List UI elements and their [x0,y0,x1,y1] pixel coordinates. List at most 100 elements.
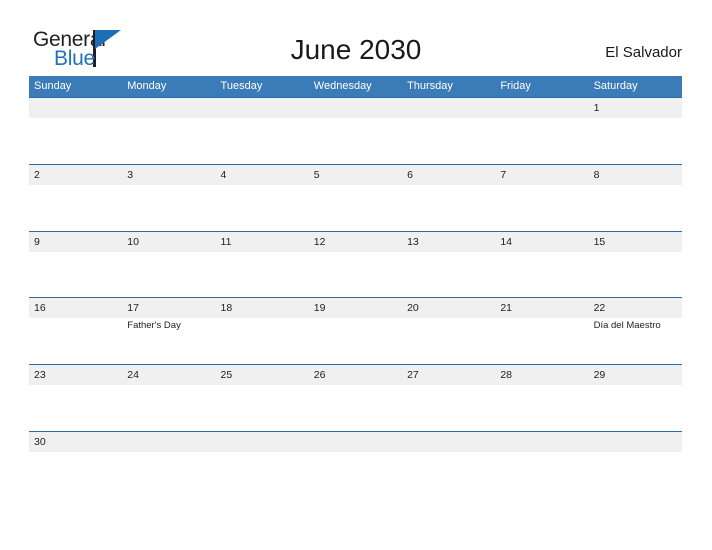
calendar-day-number [221,432,309,452]
calendar-day-number [407,98,495,118]
weekday-header-sunday: Sunday [34,80,72,92]
weekday-header-tuesday: Tuesday [220,80,263,92]
weekday-header-saturday: Saturday [593,80,638,92]
calendar-week-row: 1 [29,97,682,164]
calendar-day-number: 7 [500,168,507,181]
calendar-day-number: 17 [127,302,139,315]
calendar-day-cell[interactable]: 14 [495,232,588,298]
calendar-day-number: 18 [220,302,233,315]
calendar-day-number: 22 [593,302,606,315]
calendar-day-cell-empty [402,432,495,455]
calendar-day-cell[interactable]: 18 [216,298,309,364]
calendar-week-cells: 2 3 4 5 6 7 8 [29,165,682,231]
calendar-day-cell[interactable]: 10 [122,232,215,298]
calendar-day-cell[interactable]: 12 [309,232,402,298]
calendar-day-number [127,98,215,118]
calendar-day-cell[interactable]: 8 [589,165,682,231]
calendar-day-number: 14 [500,235,513,248]
calendar-day-cell[interactable]: 9 [29,232,122,298]
calendar-day-cell-empty [122,432,215,455]
calendar-day-number [500,432,588,452]
calendar-day-number: 3 [127,168,134,181]
calendar-day-cell[interactable]: 23 [29,365,122,431]
calendar-day-number: 23 [34,369,46,382]
calendar-day-number: 25 [220,369,233,382]
calendar-day-cell-empty [216,98,309,164]
calendar-day-cell[interactable]: 1 [589,98,682,164]
calendar-day-number: 15 [593,235,606,248]
calendar-day-number [127,432,215,452]
calendar-day-cell[interactable]: 6 [402,165,495,231]
calendar-day-cell[interactable]: 30 [29,432,122,455]
calendar-day-cell[interactable]: 19 [309,298,402,364]
calendar-day-cell[interactable]: 7 [495,165,588,231]
calendar-day-number: 19 [313,302,326,315]
weekday-header-friday: Friday [500,80,531,92]
calendar-day-cell[interactable]: 16 [29,298,122,364]
calendar-week-cells: 16 17 Father's Day 18 19 20 21 22 Día del Maestr… [29,298,682,364]
calendar-day-number: 4 [220,168,227,181]
calendar-day-number: 21 [500,302,513,315]
calendar-day-cell[interactable]: 28 [495,365,588,431]
calendar-day-cell[interactable]: 3 [122,165,215,231]
calendar-day-cell-empty [495,98,588,164]
calendar-day-cell[interactable]: 11 [216,232,309,298]
calendar-day-number: 11 [220,235,232,248]
calendar-day-number [594,432,682,452]
calendar-grid: Sunday Monday Tuesday Wednesday Thursday… [29,76,682,455]
calendar-day-cell[interactable]: 17 Father's Day [122,298,215,364]
calendar-day-number: 9 [34,235,40,248]
calendar-day-cell-empty [29,98,122,164]
calendar-day-cell[interactable]: 2 [29,165,122,231]
calendar-day-cell[interactable]: 22 Día del Maestro [589,298,682,364]
calendar-day-number [314,98,402,118]
calendar-day-number: 1 [593,102,600,114]
calendar-week-cells: 23 24 25 26 27 28 29 [29,365,682,431]
calendar-day-cell[interactable]: 24 [122,365,215,431]
weekday-header-thursday: Thursday [407,80,453,92]
calendar-day-number [500,98,588,118]
calendar-day-cell[interactable]: 15 [589,232,682,298]
calendar-week-row: 2 3 4 5 6 7 8 [29,163,682,231]
calendar-week-row: 16 17 Father's Day 18 19 20 21 22 Día del Maestr… [29,297,682,365]
calendar-day-number: 10 [127,235,139,248]
country-label: El Salvador [605,44,682,61]
calendar-day-cell[interactable]: 26 [309,365,402,431]
calendar-day-number [314,432,402,452]
calendar-weeks: 1 2 3 4 5 6 7 8 9 10 11 12 13 14 15 16 17 Father's Day 18 1… [29,97,682,455]
calendar-day-number: 26 [313,369,326,382]
calendar-day-number: 5 [313,168,320,181]
calendar-day-cell[interactable]: 21 [495,298,588,364]
calendar-week-cells: 9 10 11 12 13 14 15 [29,232,682,298]
calendar-day-cell[interactable]: 20 [402,298,495,364]
calendar-day-cell[interactable]: 25 [216,365,309,431]
calendar-day-number [221,98,309,118]
calendar-day-number: 29 [593,369,606,382]
calendar-week-row: 30 [29,430,682,455]
calendar-day-event: Día del Maestro [593,320,661,332]
calendar-day-number: 13 [407,235,419,248]
calendar-day-number: 6 [407,168,413,181]
calendar-week-cells: 1 [29,98,682,164]
calendar-day-number: 2 [34,168,40,181]
calendar-day-cell[interactable]: 5 [309,165,402,231]
calendar-day-number: 12 [313,235,326,248]
calendar-day-number: 16 [34,302,46,315]
calendar-day-cell[interactable]: 27 [402,365,495,431]
calendar-week-row: 23 24 25 26 27 28 29 [29,364,682,431]
calendar-page: General Blue June 2030 El Salvador Sunda… [0,0,712,550]
calendar-day-cell[interactable]: 29 [589,365,682,431]
calendar-day-number: 30 [34,435,46,448]
calendar-day-number: 28 [500,369,513,382]
calendar-day-cell-empty [402,98,495,164]
calendar-day-number: 20 [407,302,419,315]
calendar-day-cell[interactable]: 13 [402,232,495,298]
calendar-day-number: 24 [127,369,139,382]
calendar-day-number [34,98,122,118]
calendar-day-cell-empty [309,432,402,455]
weekday-header-wednesday: Wednesday [313,80,372,92]
calendar-week-row: 9 10 11 12 13 14 15 [29,230,682,298]
weekday-header-row: Sunday Monday Tuesday Wednesday Thursday… [29,76,682,97]
calendar-day-cell-empty [589,432,682,455]
calendar-day-cell[interactable]: 4 [216,165,309,231]
